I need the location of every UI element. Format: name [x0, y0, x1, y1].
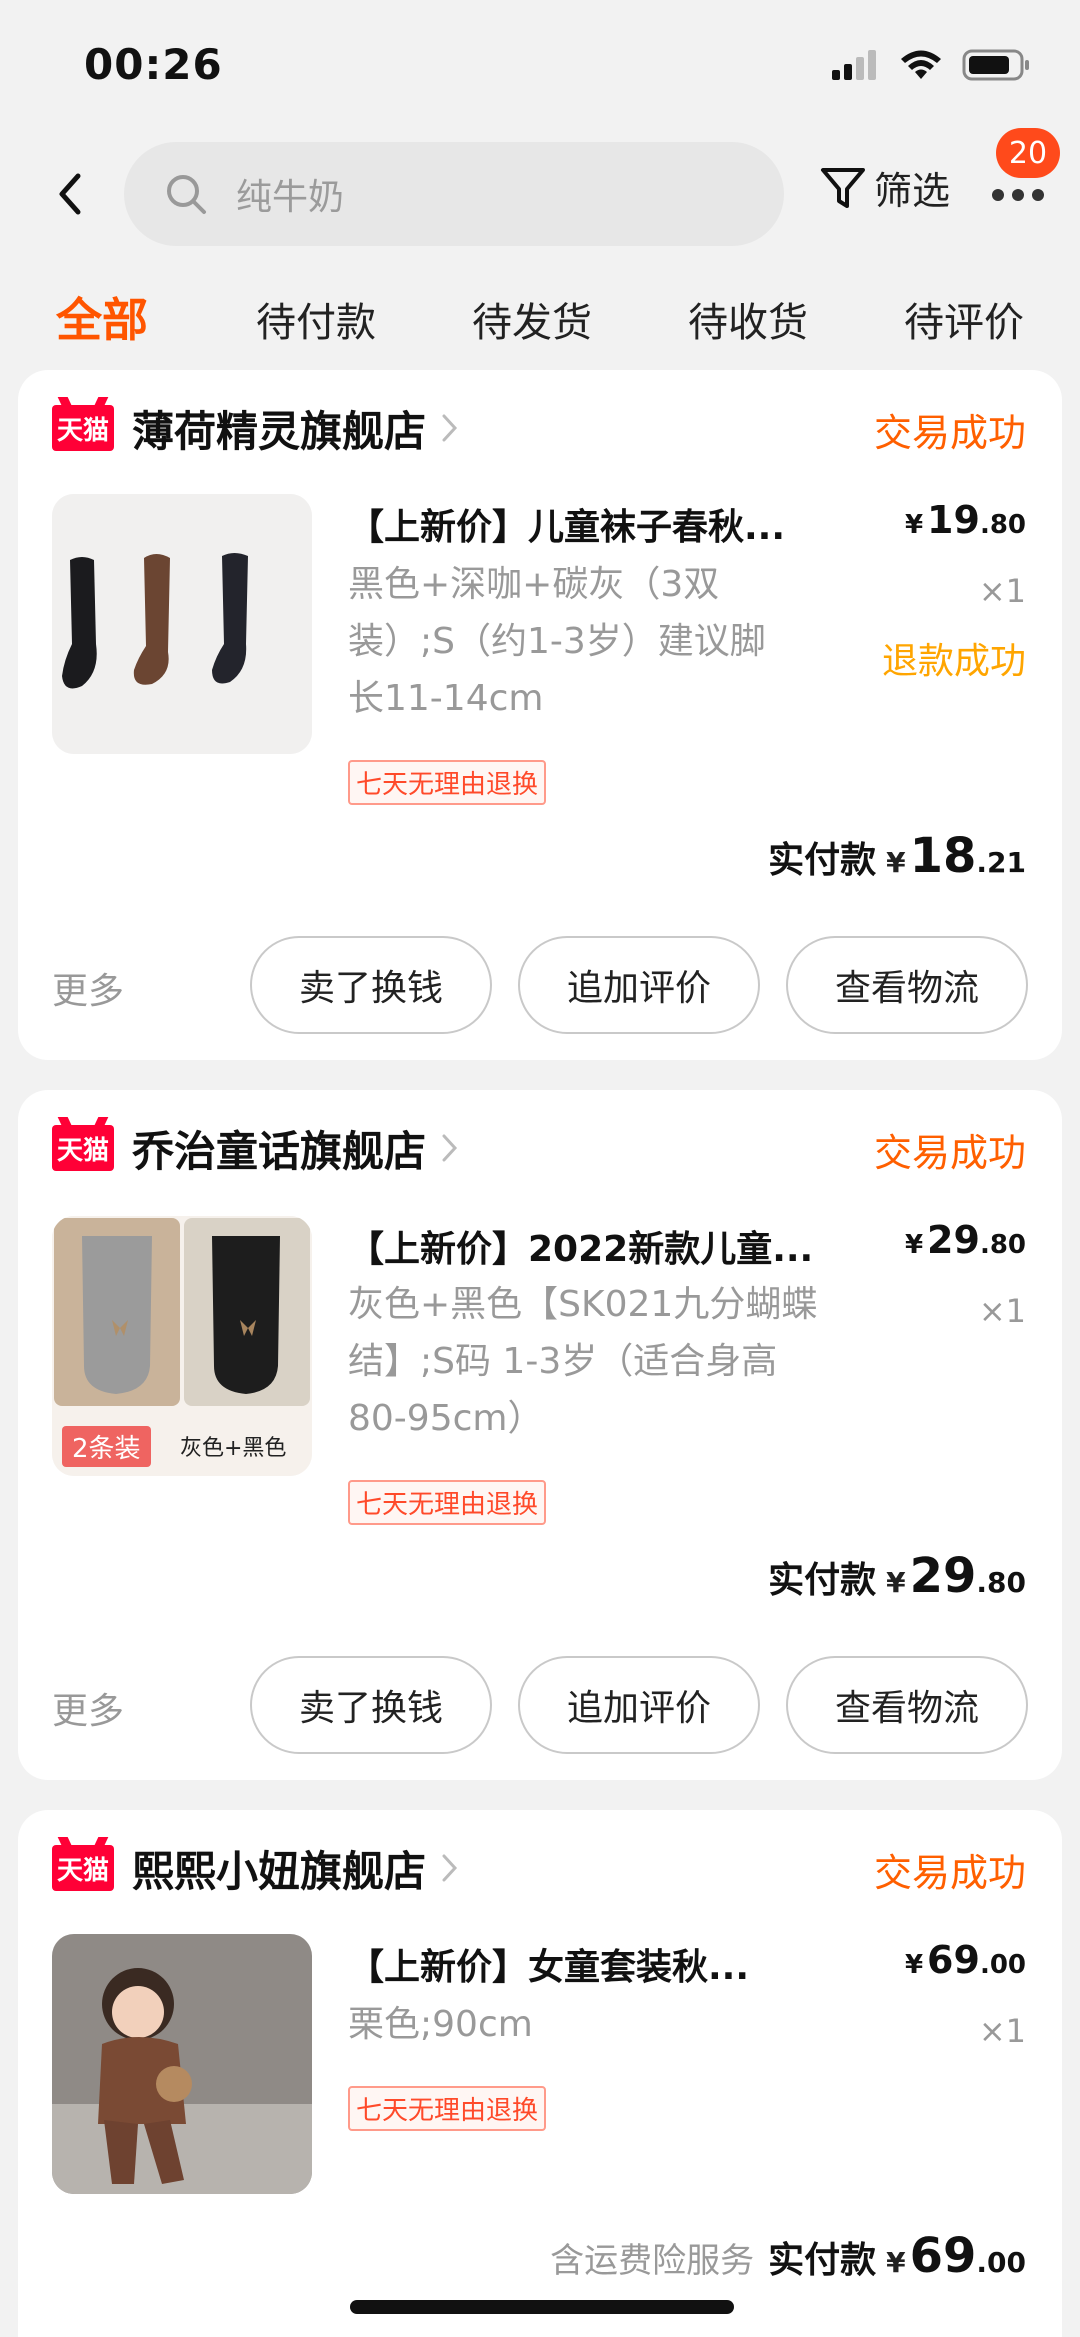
status-time: 00:26: [84, 40, 223, 89]
product-title[interactable]: 【上新价】2022新款儿童...: [348, 1220, 868, 1272]
wifi-icon: [901, 50, 941, 79]
paid-amount: 实付款 ¥ 18 .21: [768, 828, 1026, 884]
tab-pending-receipt[interactable]: 待收货: [688, 290, 808, 348]
chevron-right-icon: [442, 414, 458, 442]
tab-all[interactable]: 全部: [56, 284, 148, 350]
more-options-button[interactable]: [990, 180, 1046, 210]
more-link[interactable]: 更多: [52, 962, 124, 1014]
notification-badge: 20: [996, 128, 1060, 178]
order-card: 天猫 乔治童话旗舰店 交易成功 2条装 灰色+黑色 【上新价】2022新款儿童.…: [18, 1090, 1062, 1780]
product-title[interactable]: 【上新价】女童套装秋...: [348, 1938, 868, 1990]
cellular-signal-icon: [832, 50, 876, 80]
order-card: 天猫 薄荷精灵旗舰店 交易成功 【上新价】儿童袜子春秋... ¥19.80 黑色…: [18, 370, 1062, 1060]
search-icon: [167, 175, 206, 214]
store-name: 熙熙小妞旗舰店: [132, 1846, 427, 1896]
search-input[interactable]: 纯牛奶: [124, 142, 784, 246]
order-status: 交易成功: [873, 411, 1026, 455]
socks-image: [52, 494, 312, 754]
unit-price: ¥19.80: [904, 498, 1026, 542]
order-list-screen: 00:26 纯牛奶 筛选 20 全部 待付款 待发货 待收货 待评价 天猫 薄荷…: [0, 0, 1080, 2337]
filter-button[interactable]: 筛选: [818, 160, 950, 215]
filter-label: 筛选: [874, 169, 951, 213]
quantity: ×1: [978, 2012, 1026, 2050]
girl-outfit-image: [52, 1934, 312, 2194]
return-policy-tag: 七天无理由退换: [348, 1480, 547, 1525]
shipping-insurance-note: 含运费险服务: [550, 2241, 755, 2281]
store-link[interactable]: 天猫 熙熙小妞旗舰店: [52, 1840, 460, 1896]
tab-pending-review[interactable]: 待评价: [904, 290, 1024, 348]
quantity: ×1: [978, 572, 1026, 610]
filter-icon: [821, 167, 865, 208]
view-logistics-button[interactable]: 查看物流: [786, 936, 1028, 1034]
search-placeholder: 纯牛奶: [236, 177, 345, 218]
tab-pending-payment[interactable]: 待付款: [256, 290, 376, 348]
more-link[interactable]: 更多: [52, 1682, 124, 1734]
tmall-logo: 天猫: [52, 405, 114, 451]
status-icons: [830, 48, 1032, 82]
order-status: 交易成功: [873, 1131, 1026, 1175]
store-link[interactable]: 天猫 乔治童话旗舰店: [52, 1120, 460, 1176]
unit-price: ¥69.00: [904, 1938, 1026, 1982]
resell-button[interactable]: 卖了换钱: [250, 936, 492, 1034]
chevron-left-icon: [59, 173, 81, 215]
thumbnail-color-caption: 灰色+黑色: [180, 1436, 287, 1461]
chevron-right-icon: [442, 1134, 458, 1162]
product-title[interactable]: 【上新价】儿童袜子春秋...: [348, 498, 868, 550]
product-thumbnail[interactable]: [52, 1934, 312, 2194]
order-card: 天猫 熙熙小妞旗舰店 交易成功 【上新价】女童套装秋... ¥69.00 栗色;…: [18, 1810, 1062, 2337]
search-header: 纯牛奶 筛选 20: [0, 128, 1080, 260]
view-logistics-button[interactable]: 查看物流: [786, 1656, 1028, 1754]
paid-amount: 实付款 ¥ 29 .80: [768, 1548, 1026, 1604]
return-policy-tag: 七天无理由退换: [348, 2086, 547, 2131]
tab-pending-shipment[interactable]: 待发货: [472, 290, 592, 348]
chevron-right-icon: [442, 1854, 458, 1882]
resell-button[interactable]: 卖了换钱: [250, 1656, 492, 1754]
store-link[interactable]: 天猫 薄荷精灵旗舰店: [52, 400, 460, 456]
thumbnail-pack-badge: 2条装: [62, 1426, 151, 1467]
product-thumbnail[interactable]: 2条装 灰色+黑色: [52, 1216, 312, 1476]
back-button[interactable]: [44, 164, 96, 224]
status-bar: 00:26: [0, 0, 1080, 130]
tmall-logo: 天猫: [52, 1125, 114, 1171]
add-review-button[interactable]: 追加评价: [518, 1656, 760, 1754]
paid-amount: 含运费险服务 实付款 ¥ 69 .00: [550, 2228, 1026, 2284]
home-indicator: [350, 2300, 734, 2314]
quantity: ×1: [978, 1292, 1026, 1330]
store-name: 乔治童话旗舰店: [132, 1126, 427, 1176]
product-spec: 栗色;90cm: [348, 2004, 533, 2045]
order-tabs: 全部 待付款 待发货 待收货 待评价: [0, 280, 1080, 360]
return-policy-tag: 七天无理由退换: [348, 760, 547, 805]
tmall-logo: 天猫: [52, 1845, 114, 1891]
more-dots-icon: [992, 189, 1044, 201]
battery-icon: [962, 49, 1029, 81]
product-spec: 黑色+深咖+碳灰（3双 装）;S（约1-3岁）建议脚 长11-14cm: [348, 564, 766, 719]
order-status: 交易成功: [873, 1851, 1026, 1895]
store-name: 薄荷精灵旗舰店: [132, 406, 427, 456]
product-thumbnail[interactable]: [52, 494, 312, 754]
unit-price: ¥29.80: [904, 1218, 1026, 1262]
add-review-button[interactable]: 追加评价: [518, 936, 760, 1034]
refund-status[interactable]: 退款成功: [882, 632, 1026, 684]
product-spec: 灰色+黑色【SK021九分蝴蝶 结】;S码 1-3岁（适合身高 80-95cm）: [348, 1284, 818, 1439]
